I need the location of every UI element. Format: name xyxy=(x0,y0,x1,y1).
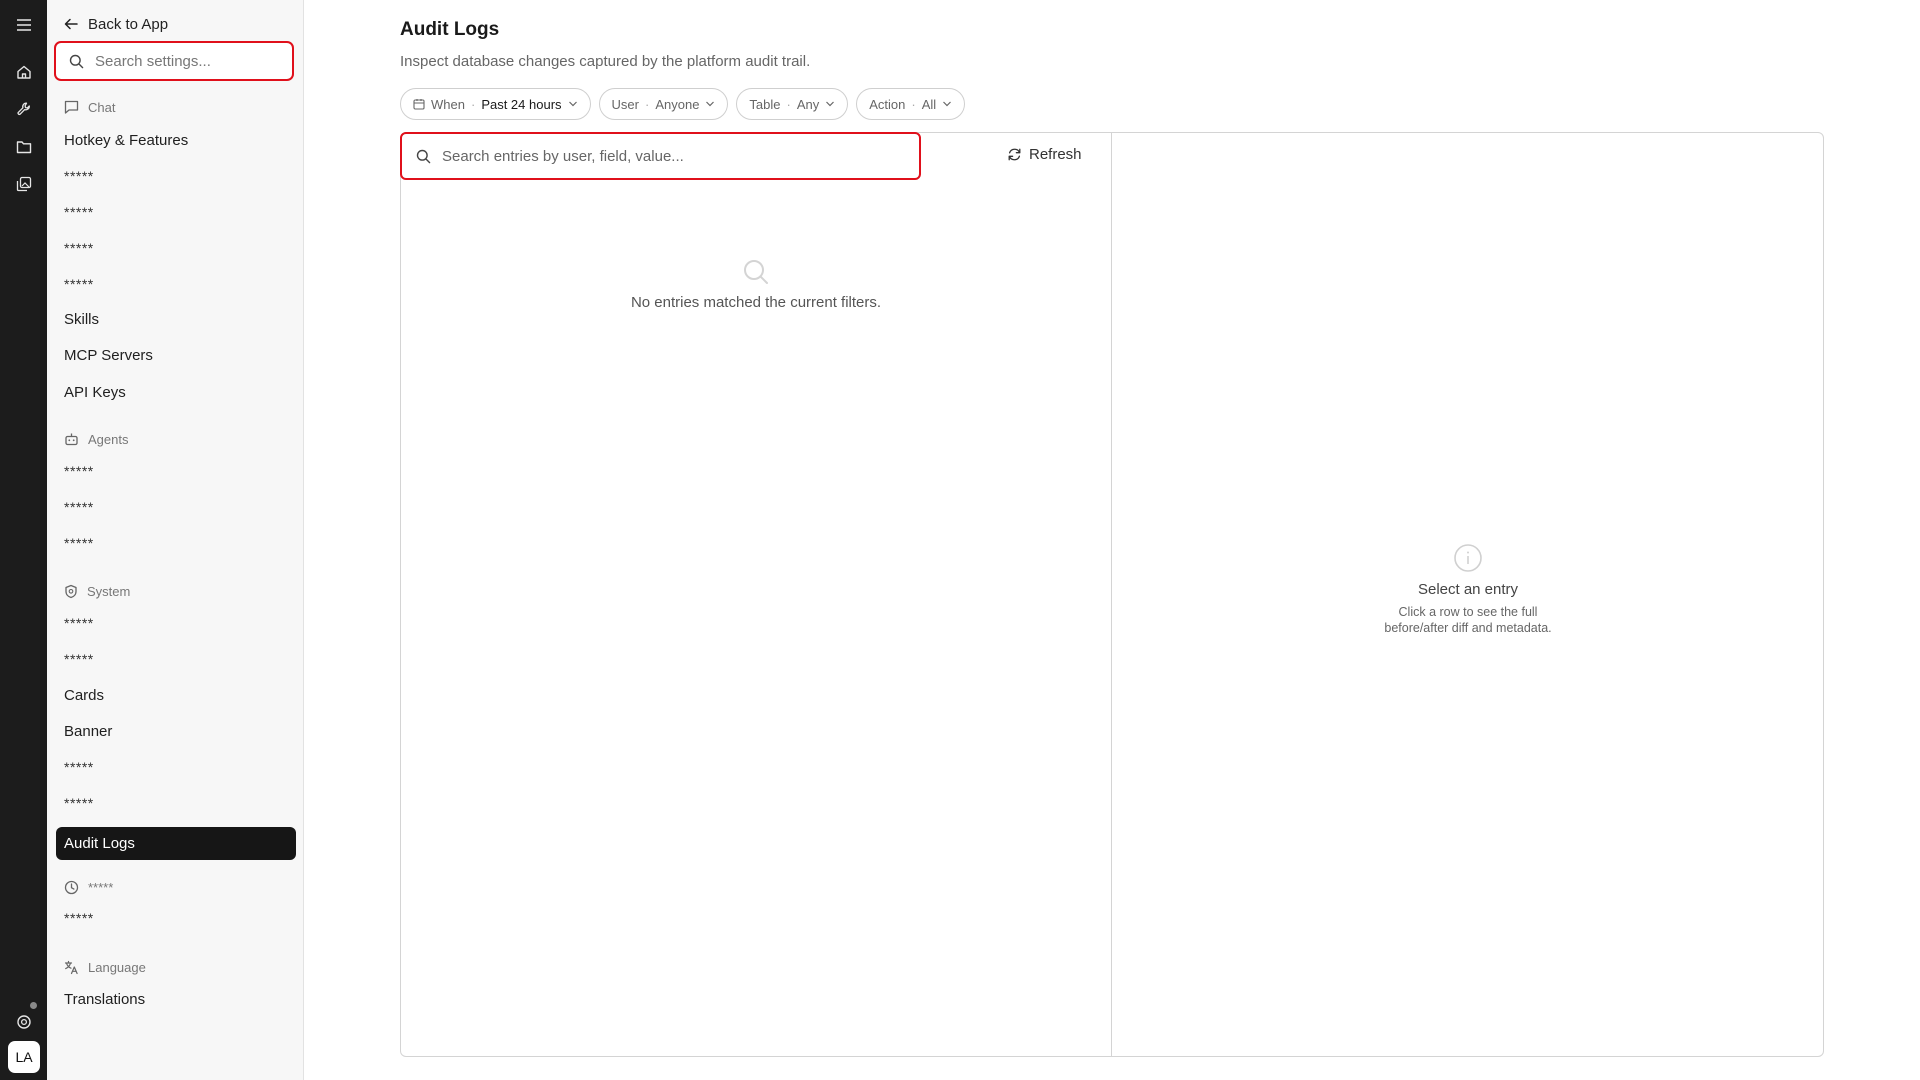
sidebar-item-masked[interactable]: ***** xyxy=(64,792,94,814)
filter-value: Anyone xyxy=(655,96,700,112)
chevron-down-icon xyxy=(943,101,952,107)
section-label: ***** xyxy=(88,879,114,895)
settings-search-input[interactable] xyxy=(95,52,285,70)
detail-heading: Select an entry xyxy=(1417,581,1519,598)
section-system: System xyxy=(64,582,130,600)
empty-state: No entries matched the current filters. xyxy=(401,258,1111,311)
avatar[interactable]: LA xyxy=(8,1041,40,1073)
sidebar-item-mcp-servers[interactable]: MCP Servers xyxy=(64,344,153,366)
menu-icon[interactable] xyxy=(11,12,36,37)
filter-value: All xyxy=(921,96,937,112)
empty-state-text: No entries matched the current filters. xyxy=(630,294,882,311)
chevron-down-icon xyxy=(706,101,715,107)
section-label: Language xyxy=(88,959,146,975)
section-language: Language xyxy=(64,958,146,976)
sidebar-item-cards[interactable]: Cards xyxy=(64,684,104,706)
filter-label: User xyxy=(611,96,639,112)
page-title: Audit Logs xyxy=(400,19,500,40)
sidebar-item-masked[interactable]: ***** xyxy=(64,756,94,778)
settings-sidebar: Back to App Chat Hotkey & Features *****… xyxy=(47,0,304,1080)
sidebar-item-api-keys[interactable]: API Keys xyxy=(64,381,126,403)
refresh-label: Refresh xyxy=(1029,146,1082,163)
filter-action[interactable]: Action · All xyxy=(856,88,966,120)
entries-search-input[interactable] xyxy=(442,147,902,165)
filter-label: Table xyxy=(749,96,781,112)
translate-icon xyxy=(64,960,78,974)
sidebar-item-masked[interactable]: ***** xyxy=(64,612,94,634)
home-icon[interactable] xyxy=(11,59,36,84)
back-to-app-link[interactable]: Back to App xyxy=(64,13,168,35)
notification-dot xyxy=(30,1002,37,1009)
robot-icon xyxy=(65,433,78,446)
filter-separator: · xyxy=(911,96,916,112)
sidebar-item-masked[interactable]: ***** xyxy=(64,165,94,187)
sidebar-item-masked[interactable]: ***** xyxy=(64,532,94,554)
chevron-down-icon xyxy=(826,101,835,107)
chat-icon xyxy=(64,100,79,114)
sidebar-item-audit-logs[interactable]: Audit Logs xyxy=(56,827,296,860)
audit-log-panel: Refresh No entries matched the current f… xyxy=(400,132,1824,1057)
sidebar-item-masked[interactable]: ***** xyxy=(64,496,94,518)
arrow-left-icon xyxy=(64,18,78,30)
sidebar-item-banner[interactable]: Banner xyxy=(64,720,112,742)
filter-separator: · xyxy=(786,96,791,112)
filter-table[interactable]: Table · Any xyxy=(736,88,849,120)
chevron-down-icon xyxy=(568,101,577,107)
filter-value: Past 24 hours xyxy=(481,96,562,112)
sidebar-item-translations[interactable]: Translations xyxy=(64,988,145,1010)
detail-placeholder: Select an entry Click a row to see the f… xyxy=(1112,543,1824,636)
refresh-button[interactable]: Refresh xyxy=(1007,146,1082,163)
section-label: Chat xyxy=(88,99,116,115)
page-subtitle: Inspect database changes captured by the… xyxy=(400,53,811,70)
filter-bar: When · Past 24 hours User · Anyone Table… xyxy=(400,88,966,120)
back-to-app-label: Back to App xyxy=(88,15,169,33)
folder-icon[interactable] xyxy=(11,134,36,159)
section-chat: Chat xyxy=(64,98,115,116)
filter-label: Action xyxy=(869,96,906,112)
filter-separator: · xyxy=(470,96,476,112)
shield-icon xyxy=(65,584,77,598)
calendar-icon xyxy=(413,99,425,110)
sidebar-item-masked[interactable]: ***** xyxy=(64,273,94,295)
search-icon xyxy=(69,54,84,68)
sidebar-item-hotkey-features[interactable]: Hotkey & Features xyxy=(64,129,188,151)
sidebar-item-masked[interactable]: ***** xyxy=(64,907,94,929)
filter-separator: · xyxy=(644,96,650,112)
refresh-icon xyxy=(1008,148,1021,161)
filter-value: Any xyxy=(796,96,820,112)
sidebar-item-skills[interactable]: Skills xyxy=(64,308,99,330)
clock-icon xyxy=(64,880,79,894)
section-masked: ***** xyxy=(64,878,113,896)
sidebar-item-masked[interactable]: ***** xyxy=(64,237,94,259)
sidebar-item-masked[interactable]: ***** xyxy=(64,460,94,482)
entries-search-box[interactable] xyxy=(400,132,921,180)
search-icon xyxy=(744,260,768,284)
app-rail: LA xyxy=(0,0,47,1080)
section-agents: Agents xyxy=(64,430,128,448)
detail-text: Click a row to see the full before/after… xyxy=(1384,605,1552,635)
sidebar-item-masked[interactable]: ***** xyxy=(64,201,94,223)
info-icon xyxy=(1454,544,1482,572)
filter-user[interactable]: User · Anyone xyxy=(598,88,729,120)
settings-search-box[interactable] xyxy=(54,41,294,81)
filter-when[interactable]: When · Past 24 hours xyxy=(400,88,591,120)
search-icon xyxy=(416,149,431,163)
sidebar-item-masked[interactable]: ***** xyxy=(64,648,94,670)
section-label: System xyxy=(87,583,131,599)
gallery-icon[interactable] xyxy=(11,171,36,196)
wrench-icon[interactable] xyxy=(11,96,36,121)
filter-label: When xyxy=(431,96,465,112)
section-label: Agents xyxy=(88,431,129,447)
help-icon[interactable] xyxy=(11,1009,36,1034)
main-content: Audit Logs Inspect database changes capt… xyxy=(304,0,1920,1080)
